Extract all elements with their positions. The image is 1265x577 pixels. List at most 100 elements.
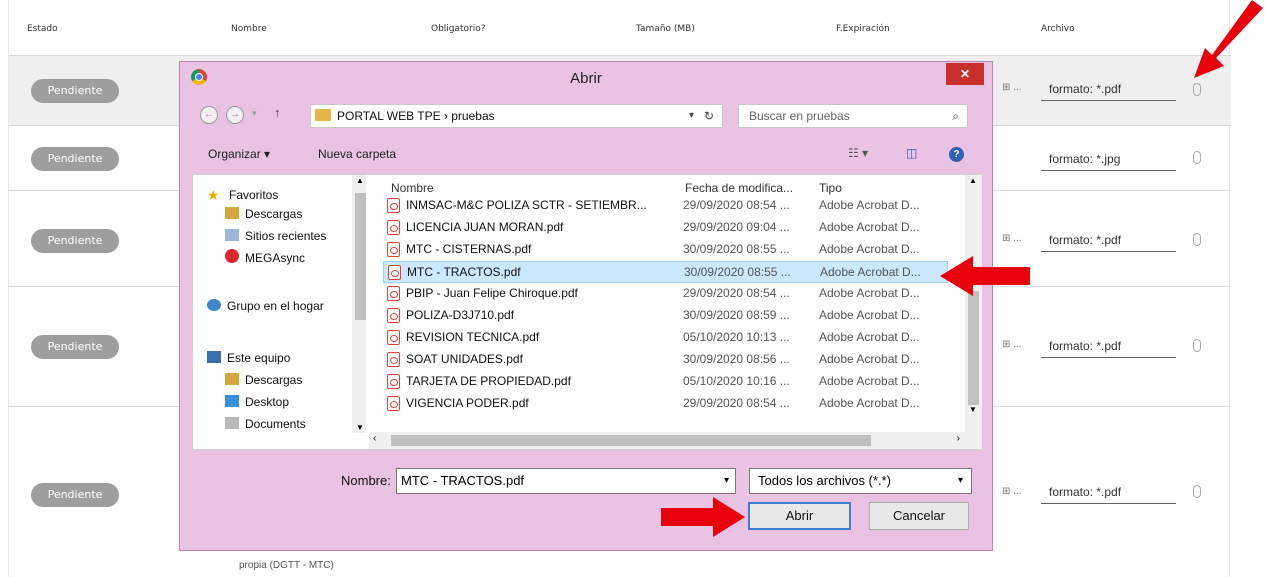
file-date: 30/09/2020 08:59 ... bbox=[683, 308, 790, 322]
nav-favorites[interactable]: ★ Favoritos bbox=[207, 187, 279, 203]
calendar-icon[interactable]: ⊞ ... bbox=[1002, 82, 1022, 93]
file-row[interactable]: INMSAC-M&C POLIZA SCTR - SETIEMBR... 29/0… bbox=[383, 195, 948, 217]
nav-this-pc[interactable]: Este equipo bbox=[207, 351, 290, 365]
column-type[interactable]: Tipo bbox=[819, 181, 842, 195]
dialog-titlebar[interactable]: Abrir ✕ bbox=[180, 62, 992, 94]
attach-icon[interactable] bbox=[1193, 485, 1201, 498]
nav-label: Desktop bbox=[245, 395, 290, 409]
attach-icon[interactable] bbox=[1193, 233, 1201, 246]
nav-documents[interactable]: Documents bbox=[225, 417, 306, 431]
scroll-thumb[interactable] bbox=[391, 435, 871, 446]
chevron-down-icon[interactable]: ▾ bbox=[689, 105, 694, 127]
forward-icon[interactable]: → bbox=[226, 106, 244, 124]
scroll-left-icon[interactable]: ‹ bbox=[373, 433, 376, 444]
status-badge: Pendiente bbox=[31, 335, 119, 359]
file-name: REVISION TECNICA.pdf bbox=[406, 330, 540, 344]
recent-dropdown-icon[interactable]: ▾ bbox=[252, 108, 257, 119]
file-input[interactable]: formato: *.jpg bbox=[1041, 152, 1176, 171]
files-scrollbar[interactable]: ▲ ▼ bbox=[965, 175, 982, 433]
search-icon[interactable]: ⌕ bbox=[952, 105, 959, 127]
file-name: MTC - CISTERNAS.pdf bbox=[406, 242, 532, 256]
file-date: 30/09/2020 08:55 ... bbox=[684, 265, 791, 279]
attach-icon[interactable] bbox=[1193, 339, 1201, 352]
file-input[interactable]: formato: *.pdf bbox=[1041, 82, 1176, 101]
homegroup-icon bbox=[207, 299, 221, 311]
nav-label: Descargas bbox=[245, 373, 303, 387]
navigation-bar: ← → ▾ ↑ PORTAL WEB TPE › pruebas ▾ ↻ Bus… bbox=[192, 100, 980, 132]
column-name[interactable]: Nombre bbox=[391, 181, 434, 195]
file-row[interactable]: SOAT UNIDADES.pdf 30/09/2020 08:56 ... Ado… bbox=[383, 349, 948, 371]
nav-downloads[interactable]: Descargas bbox=[225, 207, 302, 221]
pdf-icon bbox=[387, 220, 400, 235]
chevron-down-icon[interactable]: ▾ bbox=[724, 469, 729, 493]
new-folder-button[interactable]: Nueva carpeta bbox=[318, 147, 396, 161]
file-name: PBIP - Juan Felipe Chiroque.pdf bbox=[406, 286, 578, 300]
up-icon[interactable]: ↑ bbox=[274, 105, 281, 120]
file-row[interactable]: LICENCIA JUAN MORAN.pdf 29/09/2020 09:04 … bbox=[383, 217, 948, 239]
header-obligatorio: Obligatorio? bbox=[431, 24, 486, 34]
status-badge: Pendiente bbox=[31, 147, 119, 171]
file-date: 30/09/2020 08:55 ... bbox=[683, 242, 790, 256]
nav-homegroup[interactable]: Grupo en el hogar bbox=[207, 299, 324, 313]
file-type-select[interactable]: Todos los archivos (*.*) ▾ bbox=[749, 468, 972, 494]
attach-icon[interactable] bbox=[1193, 151, 1201, 164]
chevron-down-icon[interactable]: ▾ bbox=[958, 469, 963, 493]
nav-label: Favoritos bbox=[229, 188, 279, 202]
nav-desktop[interactable]: Desktop bbox=[225, 395, 289, 409]
file-row[interactable]: MTC - CISTERNAS.pdf 30/09/2020 08:55 ... A… bbox=[383, 239, 948, 261]
file-date: 05/10/2020 10:13 ... bbox=[683, 330, 790, 344]
column-date[interactable]: Fecha de modifica... bbox=[685, 181, 793, 195]
file-input[interactable]: formato: *.pdf bbox=[1041, 233, 1176, 252]
close-button[interactable]: ✕ bbox=[946, 63, 984, 85]
nav-recent[interactable]: Sitios recientes bbox=[225, 229, 326, 243]
search-input[interactable]: Buscar en pruebas ⌕ bbox=[738, 104, 968, 128]
file-row[interactable]: MTC - TRACTOS.pdf 30/09/2020 08:55 ... Ado… bbox=[383, 261, 948, 283]
preview-pane-icon[interactable]: ◫ bbox=[906, 146, 917, 160]
attach-icon[interactable] bbox=[1193, 83, 1201, 96]
scroll-down-icon[interactable]: ▼ bbox=[356, 423, 364, 432]
scroll-thumb[interactable] bbox=[355, 193, 366, 320]
file-name: INMSAC-M&C POLIZA SCTR - SETIEMBR... bbox=[406, 198, 647, 212]
file-row[interactable]: REVISION TECNICA.pdf 05/10/2020 10:13 ...… bbox=[383, 327, 948, 349]
back-icon[interactable]: ← bbox=[200, 106, 218, 124]
file-browser: ★ Favoritos Descargas Sitios recientes ME… bbox=[192, 174, 982, 450]
address-bar[interactable]: PORTAL WEB TPE › pruebas ▾ ↻ bbox=[310, 104, 723, 128]
address-path[interactable]: PORTAL WEB TPE › pruebas bbox=[337, 105, 495, 127]
scroll-down-icon[interactable]: ▼ bbox=[969, 405, 977, 414]
annotation-arrow-attach bbox=[1194, 0, 1263, 78]
file-row[interactable]: POLIZA-D3J710.pdf 30/09/2020 08:59 ... Ado… bbox=[383, 305, 948, 327]
view-options-icon[interactable]: ☷ ▾ bbox=[848, 146, 868, 160]
file-input[interactable]: formato: *.pdf bbox=[1041, 339, 1176, 358]
calendar-icon[interactable]: ⊞ ... bbox=[1002, 486, 1022, 497]
horizontal-scrollbar[interactable]: ‹ › bbox=[369, 432, 982, 449]
header-estado: Estado bbox=[27, 24, 58, 34]
pdf-icon bbox=[387, 396, 400, 411]
file-date: 29/09/2020 08:54 ... bbox=[683, 198, 790, 212]
scroll-up-icon[interactable]: ▲ bbox=[969, 176, 977, 185]
file-row[interactable]: TARJETA DE PROPIEDAD.pdf 05/10/2020 10:16… bbox=[383, 371, 948, 393]
scroll-up-icon[interactable]: ▲ bbox=[356, 176, 364, 185]
organize-button[interactable]: Organizar ▾ bbox=[208, 147, 270, 161]
filename-value[interactable]: MTC - TRACTOS.pdf bbox=[401, 473, 524, 488]
downloads-folder-icon bbox=[225, 207, 239, 219]
file-input[interactable]: formato: *.pdf bbox=[1041, 485, 1176, 504]
calendar-icon[interactable]: ⊞ ... bbox=[1002, 339, 1022, 350]
help-icon[interactable]: ? bbox=[949, 147, 964, 162]
desktop-icon bbox=[225, 395, 239, 407]
nav-pc-downloads[interactable]: Descargas bbox=[225, 373, 302, 387]
cancel-button[interactable]: Cancelar bbox=[869, 502, 969, 530]
filter-value[interactable]: Todos los archivos (*.*) bbox=[758, 473, 891, 488]
row-description: propia (DGTT - MTC) bbox=[239, 560, 334, 571]
scroll-thumb[interactable] bbox=[968, 291, 979, 405]
file-row[interactable]: VIGENCIA PODER.pdf 29/09/2020 08:54 ... Ad… bbox=[383, 393, 948, 415]
filename-input[interactable]: MTC - TRACTOS.pdf ▾ bbox=[396, 468, 736, 494]
calendar-icon[interactable]: ⊞ ... bbox=[1002, 233, 1022, 244]
nav-megasync[interactable]: MEGAsync bbox=[225, 249, 305, 265]
file-row[interactable]: PBIP - Juan Felipe Chiroque.pdf 29/09/202… bbox=[383, 283, 948, 305]
file-name: SOAT UNIDADES.pdf bbox=[406, 352, 523, 366]
refresh-icon[interactable]: ↻ bbox=[704, 105, 714, 127]
scroll-right-icon[interactable]: › bbox=[957, 433, 960, 444]
nav-scrollbar[interactable]: ▲ ▼ bbox=[352, 175, 366, 433]
pdf-icon bbox=[388, 265, 401, 280]
open-button[interactable]: Abrir bbox=[748, 502, 851, 530]
